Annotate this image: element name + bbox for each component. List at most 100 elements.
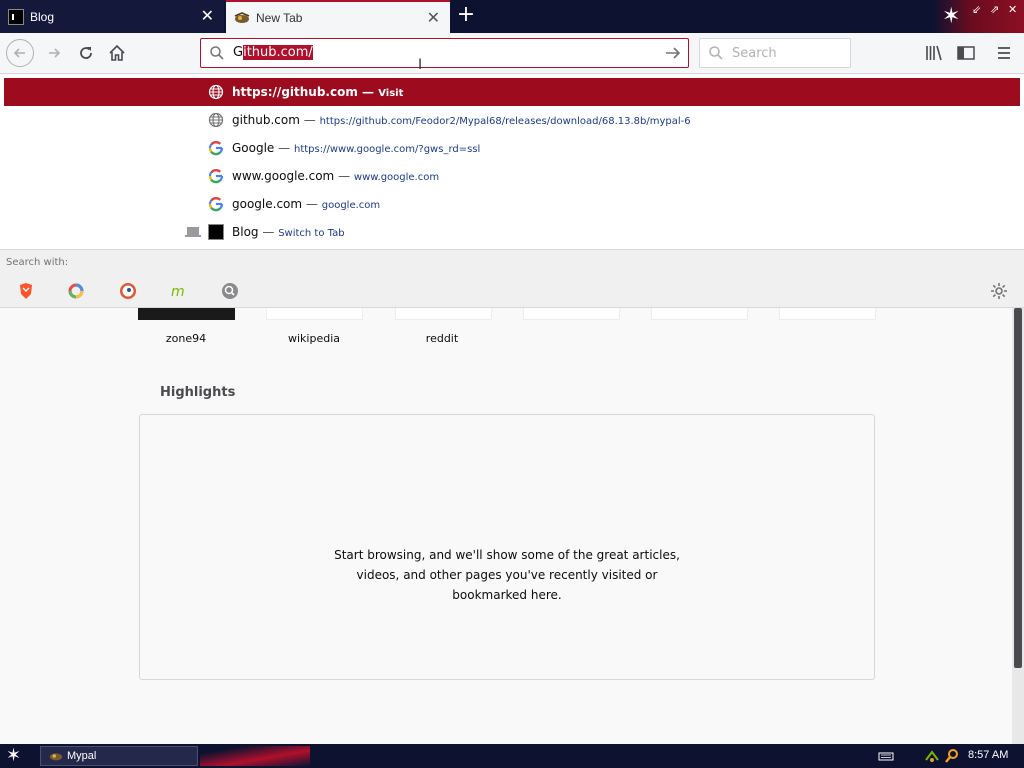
library-icon[interactable] [924, 43, 944, 63]
start-menu-icon[interactable]: ✶ [6, 745, 21, 766]
autocomplete-row[interactable]: github.com — https://github.com/Feodor2/… [4, 106, 1020, 134]
url-input[interactable]: Github.com/ [233, 45, 313, 60]
mypal-app-icon [49, 753, 63, 761]
separator: — [303, 113, 316, 127]
search-icon[interactable] [944, 748, 960, 764]
mojeek-icon[interactable]: m [170, 282, 188, 300]
star-logo-icon: ✶ [942, 4, 961, 29]
autocomplete-row[interactable]: www.google.com — www.google.com [4, 162, 1020, 190]
qwant-icon[interactable] [67, 282, 85, 300]
autocomplete-row-switch-tab[interactable]: Blog — Switch to Tab [4, 218, 1020, 246]
selected-url-text: https://github.com [232, 85, 358, 99]
autocomplete-title: github.com — https://github.com/Feodor2/… [232, 113, 691, 127]
new-tab-button[interactable]: + [455, 4, 477, 28]
highlights-message-line: Start browsing, and we'll show some of t… [334, 548, 680, 562]
scrollbar-thumb[interactable] [1014, 308, 1022, 668]
go-arrow-icon[interactable] [664, 44, 682, 62]
hamburger-menu-icon[interactable] [994, 43, 1014, 63]
switch-to-tab-label: Switch to Tab [278, 228, 345, 239]
taskbar-app-label: Mypal [67, 750, 97, 762]
autocomplete-title: Google — https://www.google.com/?gws_rd=… [232, 141, 480, 155]
autocomplete-title: https://github.com — Visit [232, 85, 403, 99]
topsite-tile-empty[interactable] [523, 308, 620, 320]
maximize-icon[interactable]: ⇗ [990, 3, 999, 16]
page-scrollbar[interactable] [1012, 308, 1024, 744]
network-icon[interactable] [924, 748, 940, 764]
topsite-tile-zone94[interactable] [138, 308, 235, 320]
taskbar-decoration [200, 746, 310, 766]
row-url: google.com [321, 200, 381, 211]
url-bar[interactable]: Github.com/ [200, 38, 689, 68]
separator: — [278, 141, 291, 155]
topsite-label: wikipedia [287, 332, 340, 345]
autocomplete-title: www.google.com — www.google.com [232, 169, 439, 183]
row-title: Google [232, 141, 275, 155]
blog-favicon-icon [8, 8, 24, 25]
url-typed-text: G [233, 45, 244, 60]
reload-button[interactable] [72, 39, 100, 67]
google-icon [208, 141, 224, 156]
tab-label: New Tab [256, 10, 303, 25]
forward-arrow-icon [49, 48, 61, 58]
row-title: www.google.com [232, 169, 335, 183]
keyboard-icon[interactable] [878, 748, 894, 764]
topsite-tile-empty[interactable] [651, 308, 748, 320]
autocomplete-title: Blog — Switch to Tab [232, 225, 345, 239]
url-autocomplete-selection: ithub.com/ [243, 45, 313, 60]
home-icon [109, 44, 125, 61]
text-cursor-icon: I [418, 57, 423, 73]
autocomplete-title: google.com — google.com [232, 197, 380, 211]
mypal-favicon-icon [234, 11, 250, 23]
gear-icon[interactable] [990, 282, 1008, 300]
taskbar: ✶ Mypal 8:57 AM [0, 744, 1024, 768]
topsite-tile-empty[interactable] [779, 308, 876, 320]
search-with-label: Search with: [6, 257, 69, 268]
topsite-tile-wikipedia[interactable] [266, 308, 363, 320]
nav-toolbar: Github.com/ I Search [0, 33, 1024, 74]
highlights-empty-state: Start browsing, and we'll show some of t… [139, 414, 875, 680]
search-icon [709, 46, 723, 60]
tab-icon [185, 227, 201, 237]
autocomplete-row-selected[interactable]: https://github.com — Visit [4, 78, 1020, 106]
row-url: https://www.google.com/?gws_rd=ssl [293, 144, 481, 155]
google-icon [208, 169, 224, 184]
highlights-message: Start browsing, and we'll show some of t… [140, 545, 874, 605]
row-url: https://github.com/Feodor2/Mypal68/relea… [319, 116, 691, 127]
search-bar[interactable]: Search [699, 38, 851, 68]
row-url: www.google.com [353, 172, 440, 183]
tab-blog[interactable]: Blog ✕ [0, 0, 224, 33]
topsite-label: zone94 [165, 332, 207, 345]
row-title: github.com [232, 113, 300, 127]
brave-icon[interactable] [17, 282, 35, 300]
separator: — [362, 85, 375, 99]
forward-button[interactable] [40, 39, 68, 67]
close-tab-icon[interactable]: ✕ [201, 8, 214, 24]
search-placeholder: Search [732, 46, 777, 61]
minimize-icon[interactable]: ⇙ [972, 3, 981, 16]
url-autocomplete-popup: https://github.com — Visit github.com — … [0, 75, 1024, 249]
tab-new-tab[interactable]: New Tab ✕ [226, 0, 450, 33]
search-icon [210, 46, 224, 60]
highlights-heading: Highlights [160, 385, 236, 400]
globe-icon [208, 84, 224, 100]
duckduckgo-icon[interactable] [119, 282, 137, 300]
row-title: Blog [232, 225, 259, 239]
globe-icon [208, 112, 224, 128]
separator: — [305, 197, 318, 211]
separator: — [338, 169, 351, 183]
svg-text:m: m [171, 284, 185, 300]
autocomplete-row[interactable]: Google — https://www.google.com/?gws_rd=… [4, 134, 1020, 162]
one-off-search-bar: Search with: m [0, 249, 1024, 308]
row-title: google.com [232, 197, 303, 211]
taskbar-app-mypal[interactable]: Mypal [40, 746, 198, 766]
searx-icon[interactable] [221, 282, 239, 300]
sidebar-icon[interactable] [956, 43, 976, 63]
close-tab-icon[interactable]: ✕ [427, 10, 440, 26]
separator: — [262, 225, 275, 239]
topsite-tile-reddit[interactable] [395, 308, 492, 320]
autocomplete-row[interactable]: google.com — google.com [4, 190, 1020, 218]
back-arrow-icon [6, 39, 34, 67]
home-button[interactable] [103, 39, 131, 67]
back-button[interactable] [6, 39, 34, 67]
window-close-icon[interactable]: ✕ [1008, 3, 1017, 16]
